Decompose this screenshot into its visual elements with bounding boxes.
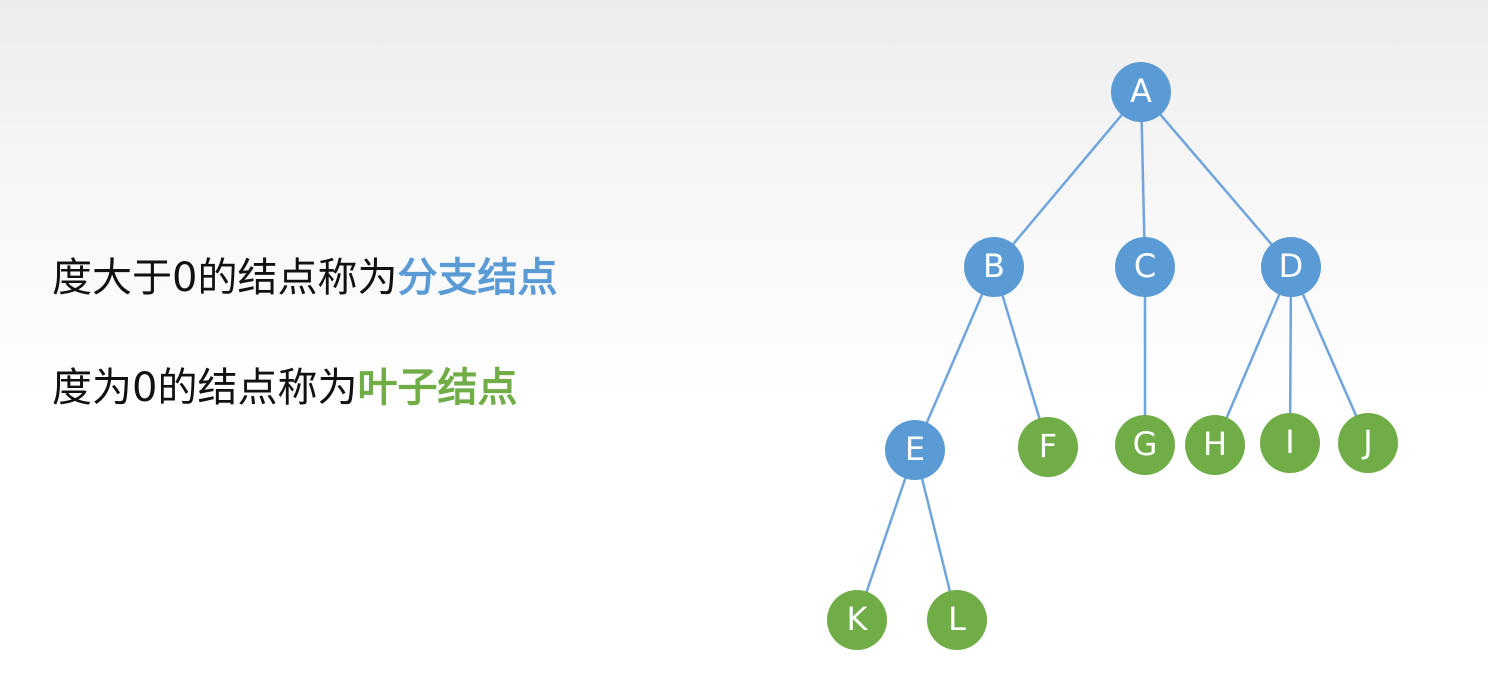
tree-edges <box>855 91 1370 621</box>
node-b: B <box>964 237 1024 297</box>
node-label-g: G <box>1133 425 1158 463</box>
node-k: K <box>827 590 887 650</box>
node-g: G <box>1115 415 1175 475</box>
node-label-a: A <box>1130 72 1152 110</box>
node-label-k: K <box>847 600 869 638</box>
node-j: J <box>1338 413 1398 473</box>
node-h: H <box>1185 415 1245 475</box>
node-label-d: D <box>1279 247 1304 285</box>
node-c: C <box>1115 237 1175 297</box>
node-l: L <box>927 590 987 650</box>
node-i: I <box>1260 413 1320 473</box>
tree-nodes: A B C D E F G H I J K L <box>827 62 1398 650</box>
node-label-h: H <box>1203 425 1227 463</box>
tree-diagram: A B C D E F G H I J K L <box>827 62 1398 650</box>
node-label-l: L <box>948 600 966 638</box>
node-f: F <box>1018 417 1078 477</box>
node-label-c: C <box>1134 247 1156 285</box>
node-label-b: B <box>983 247 1005 285</box>
node-label-j: J <box>1361 423 1372 461</box>
node-label-e: E <box>905 430 925 468</box>
node-label-f: F <box>1039 427 1057 465</box>
edge-a-b <box>993 91 1142 268</box>
node-label-i: I <box>1285 423 1294 461</box>
node-a: A <box>1111 62 1171 122</box>
edge-a-d <box>1140 91 1292 268</box>
node-e: E <box>885 420 945 480</box>
node-d: D <box>1261 237 1321 297</box>
